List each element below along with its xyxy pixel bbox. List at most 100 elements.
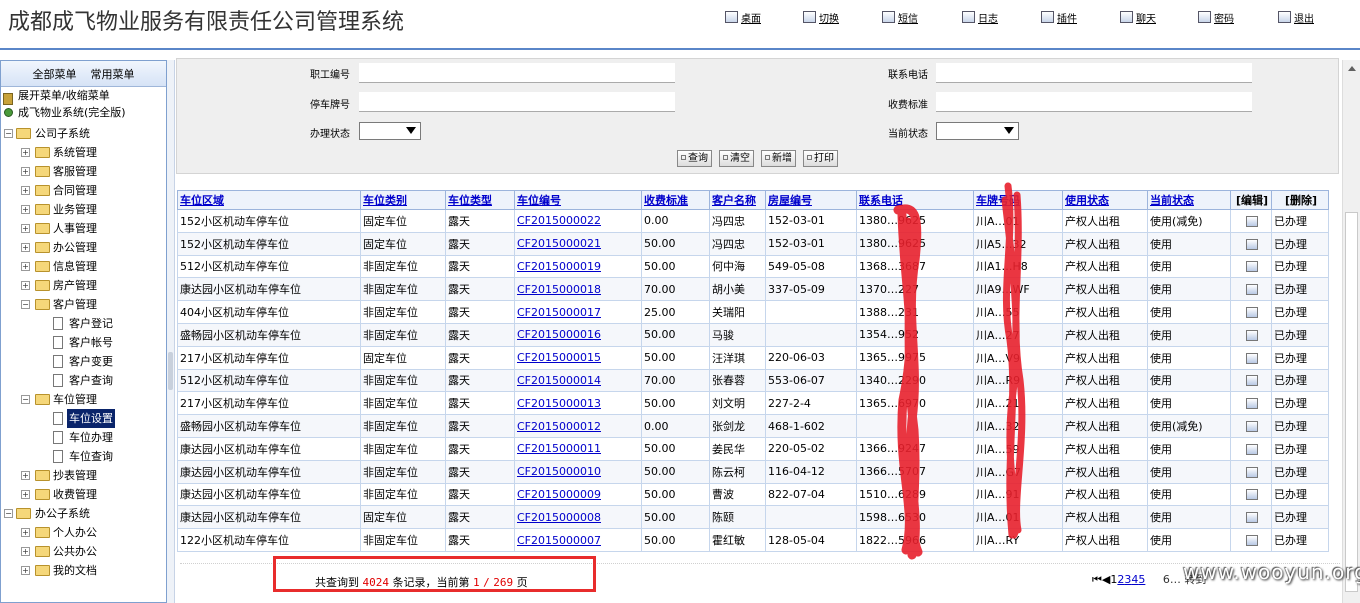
tree-item-parking[interactable]: − 车位管理	[1, 390, 166, 409]
tree-item-customer-change[interactable]: 客户变更	[1, 352, 166, 371]
space-code-link[interactable]: CF2015000007	[517, 534, 601, 547]
toolbar-sms-link[interactable]: 短信	[882, 8, 918, 26]
space-code-link[interactable]: CF2015000012	[517, 420, 601, 433]
edit-icon[interactable]	[1246, 238, 1258, 250]
col-header[interactable]: 房屋编号	[765, 190, 857, 210]
edit-icon[interactable]	[1246, 261, 1258, 273]
table-cell: 川A…01	[973, 209, 1063, 233]
col-header[interactable]: 客户名称	[709, 190, 766, 210]
query-button[interactable]: 查询	[677, 150, 712, 167]
tree-company-subsystem[interactable]: − 公司子系统	[1, 124, 166, 143]
print-button[interactable]: 打印	[803, 150, 838, 167]
space-code-link[interactable]: CF2015000015	[517, 351, 601, 364]
tree-item-meter[interactable]: + 抄表管理	[1, 466, 166, 485]
tree-item-customer-register[interactable]: 客户登记	[1, 314, 166, 333]
col-header[interactable]: 车位类型	[445, 190, 515, 210]
tree-item-customer[interactable]: − 客户管理	[1, 295, 166, 314]
toolbar-chat-link[interactable]: 聊天	[1120, 8, 1156, 26]
book-icon	[3, 93, 13, 105]
space-code-link[interactable]: CF2015000021	[517, 237, 601, 250]
fee-standard-input[interactable]	[936, 92, 1252, 112]
edit-icon[interactable]	[1246, 307, 1258, 319]
edit-icon[interactable]	[1246, 284, 1258, 296]
page-scrollbar[interactable]	[1342, 60, 1360, 603]
tab-favorite-menu[interactable]: 常用菜单	[91, 66, 135, 82]
table-cell: 固定车位	[360, 231, 446, 256]
tree-item-property[interactable]: + 房产管理	[1, 276, 166, 295]
tree-item-system[interactable]: + 系统管理	[1, 143, 166, 162]
space-code-link[interactable]: CF2015000014	[517, 374, 601, 387]
tree-item-parking-query[interactable]: 车位查询	[1, 447, 166, 466]
space-code-link[interactable]: CF2015000011	[517, 442, 601, 455]
tree-item-parking-handle[interactable]: 车位办理	[1, 428, 166, 447]
tree-item-fee[interactable]: + 收费管理	[1, 485, 166, 504]
toolbar-password-link[interactable]: 密码	[1198, 8, 1234, 26]
toolbar-desktop-link[interactable]: 桌面	[725, 8, 761, 26]
space-code-link[interactable]: CF2015000018	[517, 283, 601, 296]
col-header[interactable]: 联系电话	[856, 190, 974, 210]
scroll-thumb[interactable]	[1345, 212, 1358, 592]
edit-icon[interactable]	[1246, 512, 1258, 524]
tree-item-service[interactable]: + 客服管理	[1, 162, 166, 181]
tree-item-public-office[interactable]: + 公共办公	[1, 542, 166, 561]
col-header[interactable]: 车位编号	[514, 190, 642, 210]
edit-icon[interactable]	[1246, 375, 1258, 387]
edit-icon[interactable]	[1246, 535, 1258, 547]
plate-input[interactable]	[359, 92, 675, 112]
edit-icon[interactable]	[1246, 329, 1258, 341]
toolbar-log-link[interactable]: 日志	[962, 8, 998, 26]
tree-item-personal-office[interactable]: + 个人办公	[1, 523, 166, 542]
tree-office-subsystem[interactable]: − 办公子系统	[1, 504, 166, 523]
tree-item-my-documents[interactable]: + 我的文档	[1, 561, 166, 580]
sidebar-splitter[interactable]	[167, 60, 175, 603]
tree-item-info[interactable]: + 信息管理	[1, 257, 166, 276]
space-code-link[interactable]: CF2015000008	[517, 511, 601, 524]
col-header[interactable]: 车位类别	[360, 190, 446, 210]
edit-icon[interactable]	[1246, 466, 1258, 478]
tree-item-parking-setup[interactable]: 车位设置	[1, 409, 166, 428]
col-header[interactable]: 当前状态	[1147, 190, 1231, 210]
space-code-link[interactable]: CF2015000019	[517, 260, 601, 273]
phone-input[interactable]	[936, 63, 1252, 83]
tree-item-hr[interactable]: + 人事管理	[1, 219, 166, 238]
table-cell: 露天	[445, 322, 515, 347]
tree-item-customer-query[interactable]: 客户查询	[1, 371, 166, 390]
space-code-link[interactable]: CF2015000017	[517, 306, 601, 319]
edit-icon[interactable]	[1246, 421, 1258, 433]
space-code-link[interactable]: CF2015000022	[517, 214, 601, 227]
edit-icon[interactable]	[1246, 489, 1258, 501]
space-code-link[interactable]: CF2015000009	[517, 488, 601, 501]
edit-icon[interactable]	[1246, 352, 1258, 364]
add-button[interactable]: 新增	[761, 150, 796, 167]
col-header[interactable]: 车位区域	[177, 190, 361, 210]
space-code-link[interactable]: CF2015000010	[517, 465, 601, 478]
edit-icon[interactable]	[1246, 398, 1258, 410]
scroll-up-icon[interactable]	[1348, 66, 1356, 71]
space-code-link[interactable]: CF2015000016	[517, 328, 601, 341]
col-header[interactable]: 使用状态	[1062, 190, 1148, 210]
tree-item-contract[interactable]: + 合同管理	[1, 181, 166, 200]
employee-no-input[interactable]	[359, 63, 675, 83]
table-cell: 露天	[445, 505, 515, 530]
space-code-link[interactable]: CF2015000013	[517, 397, 601, 410]
first-prev-icon[interactable]: ⏮◀	[1092, 573, 1110, 586]
folder-icon	[35, 185, 50, 196]
tree-root[interactable]: 成飞物业系统(完全版)	[1, 105, 166, 124]
tab-all-menu[interactable]: 全部菜单	[33, 66, 77, 82]
document-icon	[53, 355, 63, 368]
col-header[interactable]: 车牌号码	[973, 190, 1063, 210]
clear-button[interactable]: 清空	[719, 150, 754, 167]
tree-item-customer-account[interactable]: 客户帐号	[1, 333, 166, 352]
col-header[interactable]: 收费标准	[641, 190, 710, 210]
tree-item-business[interactable]: + 业务管理	[1, 200, 166, 219]
toolbar-logout-link[interactable]: 退出	[1278, 8, 1314, 26]
tree-item-office[interactable]: + 办公管理	[1, 238, 166, 257]
page-link[interactable]: 5	[1138, 573, 1145, 586]
splitter-grip-icon[interactable]	[168, 352, 173, 390]
handle-status-select[interactable]	[359, 122, 421, 140]
current-status-select[interactable]	[936, 122, 1019, 140]
edit-icon[interactable]	[1246, 215, 1258, 227]
edit-icon[interactable]	[1246, 443, 1258, 455]
toolbar-switch-link[interactable]: 切换	[803, 8, 839, 26]
toolbar-plugin-link[interactable]: 插件	[1041, 8, 1077, 26]
